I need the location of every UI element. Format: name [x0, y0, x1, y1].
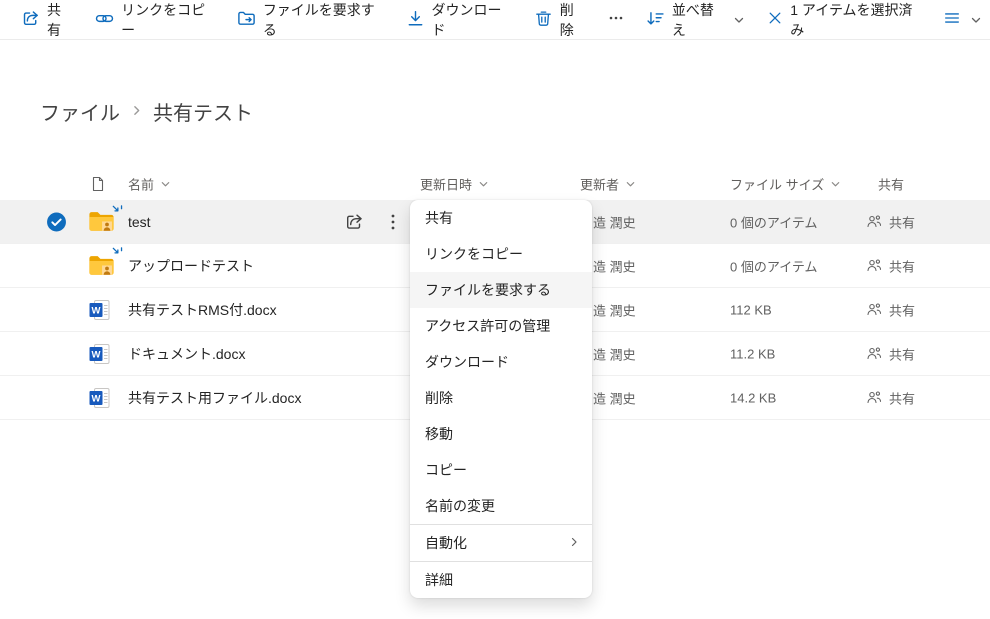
modified-by-value: 造 潤史 [593, 256, 636, 275]
context-menu-item-details[interactable]: 詳細 [410, 562, 592, 598]
file-size-value: 0 個のアイテム [730, 256, 818, 275]
delete-button[interactable]: 削除 [523, 4, 597, 36]
sharing-status[interactable]: 共有 [866, 344, 915, 363]
copy-link-button-label: リンクをコピー [121, 0, 215, 40]
column-header-modified[interactable]: 更新日時 [420, 175, 489, 194]
file-name[interactable]: ドキュメント.docx [128, 344, 245, 364]
file-name[interactable]: アップロードテスト [128, 256, 254, 276]
chevron-down-icon [625, 179, 636, 190]
more-icon [608, 10, 624, 29]
clear-selection-button[interactable]: 1 アイテムを選択済み [756, 4, 932, 36]
column-header-sharing[interactable]: 共有 [878, 175, 904, 194]
chevron-down-icon [830, 179, 841, 190]
dismiss-icon [767, 10, 783, 29]
people-icon [866, 346, 882, 362]
context-menu-item-download[interactable]: ダウンロード [410, 344, 592, 380]
row-selected-checkbox[interactable] [46, 211, 67, 232]
breadcrumb: ファイル 共有テスト [40, 97, 253, 126]
sharing-status[interactable]: 共有 [866, 212, 915, 231]
modified-by-value: 造 潤史 [593, 388, 636, 407]
word-document-icon: W [88, 386, 112, 410]
word-document-icon: W [88, 298, 112, 322]
chevron-right-icon [568, 535, 580, 551]
chevron-right-icon [130, 100, 143, 123]
view-options-button[interactable] [932, 4, 984, 36]
row-share-icon[interactable] [344, 212, 364, 232]
copy-link-icon [95, 9, 114, 31]
context-menu-item-request-files[interactable]: ファイルを要求する [410, 272, 592, 308]
share-button-label: 共有 [47, 0, 73, 40]
onedrive-file-browser: 共有 リンクをコピー ファイルを要求する [0, 0, 990, 619]
people-icon [866, 258, 882, 274]
context-menu-item-manage-access[interactable]: アクセス許可の管理 [410, 308, 592, 344]
file-name[interactable]: 共有テストRMS付.docx [128, 300, 277, 320]
people-icon [866, 214, 882, 230]
view-list-icon [943, 9, 961, 30]
context-menu-item-copy[interactable]: コピー [410, 452, 592, 488]
shared-folder-icon [88, 211, 115, 233]
share-icon [21, 9, 40, 31]
file-size-value: 0 個のアイテム [730, 212, 818, 231]
column-header-modified-by[interactable]: 更新者 [580, 175, 636, 194]
sharing-status[interactable]: 共有 [866, 388, 915, 407]
copy-link-button[interactable]: リンクをコピー [84, 4, 226, 36]
context-menu-item-automate[interactable]: 自動化 [410, 525, 592, 561]
sync-badge-icon [112, 205, 125, 221]
request-files-icon [237, 9, 256, 31]
sharing-status[interactable]: 共有 [866, 300, 915, 319]
column-header-name[interactable]: 名前 [128, 175, 171, 194]
chevron-down-icon [478, 179, 489, 190]
more-commands-button[interactable] [597, 4, 635, 36]
file-size-value: 112 KB [730, 302, 772, 317]
shared-folder-icon [88, 255, 115, 277]
file-size-value: 14.2 KB [730, 390, 776, 405]
svg-text:W: W [92, 349, 101, 360]
command-toolbar: 共有 リンクをコピー ファイルを要求する [0, 0, 990, 40]
breadcrumb-current: 共有テスト [153, 97, 253, 126]
file-size-value: 11.2 KB [730, 346, 775, 361]
chevron-down-icon [160, 179, 171, 190]
modified-by-value: 造 潤史 [593, 212, 636, 231]
sharing-status[interactable]: 共有 [866, 256, 915, 275]
modified-by-value: 造 潤史 [593, 344, 636, 363]
share-button[interactable]: 共有 [10, 4, 84, 36]
request-files-button[interactable]: ファイルを要求する [226, 4, 395, 36]
download-icon [406, 9, 425, 31]
delete-icon [534, 9, 553, 31]
word-document-icon: W [88, 342, 112, 366]
download-button-label: ダウンロード [432, 0, 512, 40]
people-icon [866, 302, 882, 318]
request-files-button-label: ファイルを要求する [263, 0, 384, 40]
sort-descending-icon [646, 9, 665, 31]
chevron-down-icon [970, 14, 982, 26]
row-more-actions-icon[interactable] [386, 214, 400, 230]
sort-button-label: 並べ替え [672, 0, 724, 40]
file-name[interactable]: test [128, 214, 151, 230]
column-header-file-size[interactable]: ファイル サイズ [730, 175, 841, 194]
chevron-down-icon [733, 14, 745, 26]
svg-text:W: W [92, 305, 101, 316]
breadcrumb-root[interactable]: ファイル [40, 97, 120, 126]
download-button[interactable]: ダウンロード [395, 4, 523, 36]
context-menu-item-delete[interactable]: 削除 [410, 380, 592, 416]
context-menu-item-copy-link[interactable]: リンクをコピー [410, 236, 592, 272]
people-icon [866, 390, 882, 406]
file-type-column-icon[interactable] [90, 176, 106, 192]
file-name[interactable]: 共有テスト用ファイル.docx [128, 388, 301, 408]
svg-text:W: W [92, 393, 101, 404]
sort-button[interactable]: 並べ替え [635, 4, 756, 36]
sync-badge-icon [112, 247, 125, 263]
table-header-row: 名前 更新日時 更新者 ファイル サイズ 共有 [0, 168, 990, 200]
context-menu-item-share[interactable]: 共有 [410, 200, 592, 236]
context-menu-item-rename[interactable]: 名前の変更 [410, 488, 592, 524]
selection-count-label: 1 アイテムを選択済み [790, 0, 921, 40]
delete-button-label: 削除 [560, 0, 586, 40]
context-menu-item-move[interactable]: 移動 [410, 416, 592, 452]
modified-by-value: 造 潤史 [593, 300, 636, 319]
item-context-menu: 共有 リンクをコピー ファイルを要求する アクセス許可の管理 ダウンロード 削除… [410, 200, 592, 598]
check-circle-icon [46, 211, 67, 232]
